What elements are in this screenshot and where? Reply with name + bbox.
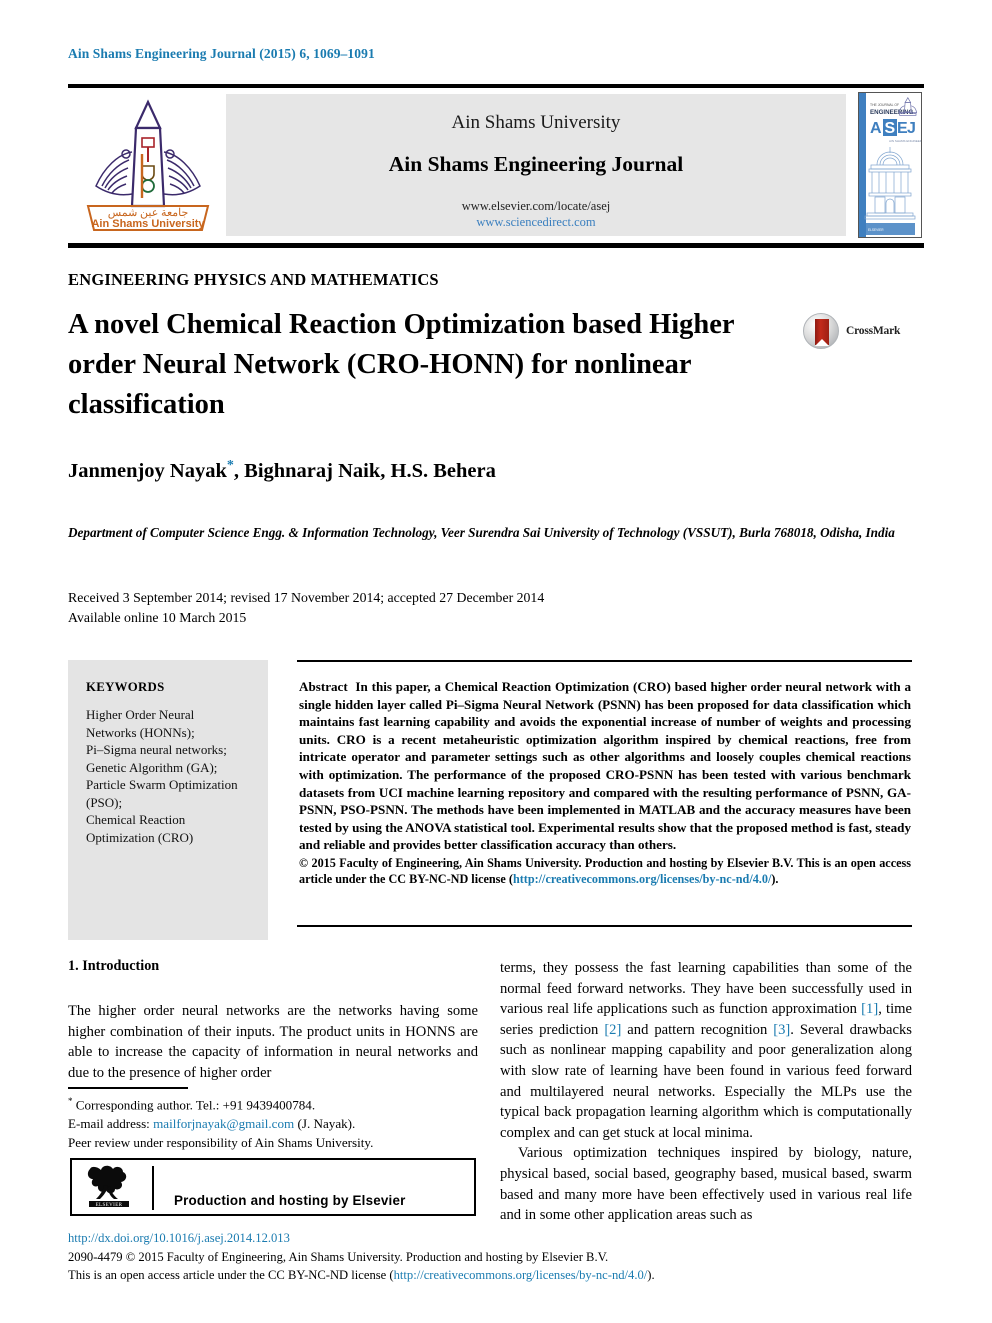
abstract-label: Abstract xyxy=(299,679,348,694)
crossmark-badge[interactable]: CrossMark xyxy=(803,313,907,351)
production-hosting-box: ELSEVIER Production and hosting by Elsev… xyxy=(70,1158,476,1216)
crossmark-circle-icon xyxy=(803,313,839,349)
footnote-corresponding-author: * Corresponding author. Tel.: +91 943940… xyxy=(68,1092,478,1114)
masthead-center-panel: Ain Shams University Ain Shams Engineeri… xyxy=(226,94,846,236)
article-section-kicker: ENGINEERING PHYSICS AND MATHEMATICS xyxy=(68,270,439,289)
svg-text:ELSEVIER: ELSEVIER xyxy=(868,228,884,232)
citation-ref-2[interactable]: [2] xyxy=(604,1022,621,1038)
author-others: , Bighnaraj Naik, H.S. Behera xyxy=(233,459,496,482)
paper-page: Ain Shams Engineering Journal (2015) 6, … xyxy=(0,0,992,1323)
production-hosting-label: Production and hosting by Elsevier xyxy=(174,1193,406,1208)
journal-cover-thumbnail[interactable]: THE JOURNAL OF ENGINEERING A S E J AIN S… xyxy=(858,92,922,238)
abstract-block: Abstract In this paper, a Chemical React… xyxy=(299,678,911,888)
production-box-divider xyxy=(152,1166,154,1210)
body-paragraph: terms, they possess the fast learning ca… xyxy=(500,958,912,1143)
masthead-university-name: Ain Shams University xyxy=(451,112,621,133)
page-title: A novel Chemical Reaction Optimization b… xyxy=(68,309,735,420)
crossmark-label: CrossMark xyxy=(846,325,901,337)
svg-text:ELSEVIER: ELSEVIER xyxy=(96,1203,123,1208)
body-column-left: 1. Introduction The higher order neural … xyxy=(68,958,478,1083)
footer-license: This is an open access article under the… xyxy=(68,1266,928,1285)
footnote-email-suffix: (J. Nayak). xyxy=(294,1116,356,1132)
abstract-license-link[interactable]: http://creativecommons.org/licenses/by-n… xyxy=(513,872,771,886)
svg-text:J: J xyxy=(907,120,916,137)
keywords-box: KEYWORDS Higher Order Neural Networks (HO… xyxy=(68,660,268,940)
keywords-list: Higher Order Neural Networks (HONNs); Pi–S… xyxy=(86,707,238,845)
author-affiliation: Department of Computer Science Engg. & I… xyxy=(68,525,895,540)
ain-shams-university-logo-icon: جامعة عين شمس Ain Shams University xyxy=(74,94,222,236)
section-heading-introduction: 1. Introduction xyxy=(68,958,160,974)
author-primary: Janmenjoy Nayak xyxy=(68,459,227,482)
abstract-rule-bottom xyxy=(297,925,912,927)
footnote-star-marker: * xyxy=(68,1096,73,1106)
header-rule-top xyxy=(68,84,924,88)
footer-copyright: 2090-4479 © 2015 Faculty of Engineering,… xyxy=(68,1249,609,1264)
crossmark-notch-icon xyxy=(815,339,829,346)
footnote-email: E-mail address: mailforjnayak@gmail.com … xyxy=(68,1114,478,1133)
body-text-d: . Several drawbacks such as nonlinear ma… xyxy=(500,1021,912,1141)
footnote-corresponding-text: Corresponding author. Tel.: +91 94394007… xyxy=(75,1097,316,1113)
running-head: Ain Shams Engineering Journal (2015) 6, … xyxy=(68,46,375,61)
body-column-right: terms, they possess the fast learning ca… xyxy=(500,958,912,1226)
svg-text:AIN SHAMS ENGINEERING JOURNAL: AIN SHAMS ENGINEERING JOURNAL xyxy=(889,139,921,143)
svg-text:Ain Shams University: Ain Shams University xyxy=(91,218,205,230)
body-text-c: and pattern recognition xyxy=(621,1021,774,1038)
svg-text:THE JOURNAL OF: THE JOURNAL OF xyxy=(870,103,899,107)
footnote-email-label: E-mail address: xyxy=(68,1116,154,1132)
body-paragraph: The higher order neural networks are the… xyxy=(68,1003,478,1081)
footnote-rule xyxy=(68,1087,188,1089)
corresponding-author-marker[interactable]: * xyxy=(227,458,234,473)
masthead-journal-name: Ain Shams Engineering Journal xyxy=(388,152,684,176)
citation-ref-3[interactable]: [3] xyxy=(773,1022,790,1038)
abstract-copyright-post: ). xyxy=(771,872,779,887)
abstract-text: In this paper, a Chemical Reaction Optim… xyxy=(299,679,911,853)
page-footer: http://dx.doi.org/10.1016/j.asej.2014.12… xyxy=(68,1229,928,1285)
journal-masthead: جامعة عين شمس Ain Shams University Ain S… xyxy=(68,92,924,238)
article-history: Received 3 September 2014; revised 17 No… xyxy=(68,588,768,627)
footer-doi-link[interactable]: http://dx.doi.org/10.1016/j.asej.2014.12… xyxy=(68,1229,928,1248)
masthead-sciencedirect-url[interactable]: www.sciencedirect.com xyxy=(226,215,846,230)
footer-license-link[interactable]: http://creativecommons.org/licenses/by-n… xyxy=(394,1268,648,1282)
citation-ref-1[interactable]: [1] xyxy=(861,1001,878,1017)
article-history-received: Received 3 September 2014; revised 17 No… xyxy=(68,590,545,605)
footer-license-post: ). xyxy=(647,1268,655,1283)
abstract-copyright: © 2015 Faculty of Engineering, Ain Shams… xyxy=(299,855,911,888)
elsevier-tree-logo-icon: ELSEVIER xyxy=(84,1165,134,1211)
footnote-block: * Corresponding author. Tel.: +91 943940… xyxy=(68,1092,478,1152)
author-list: Janmenjoy Nayak*, Bighnaraj Naik, H.S. B… xyxy=(68,458,496,483)
svg-text:S: S xyxy=(885,120,896,137)
svg-text:A: A xyxy=(870,120,882,137)
footnote-peer-review: Peer review under responsibility of Ain … xyxy=(68,1135,374,1151)
footnote-email-link[interactable]: mailforjnayak@gmail.com xyxy=(153,1116,294,1131)
abstract-rule-top xyxy=(297,660,912,662)
body-text-a: terms, they possess the fast learning ca… xyxy=(500,960,912,1018)
article-history-online: Available online 10 March 2015 xyxy=(68,609,247,625)
body-paragraph: Various optimization techniques inspired… xyxy=(500,1145,912,1224)
footer-license-pre: This is an open access article under the… xyxy=(68,1268,394,1283)
masthead-elsevier-url[interactable]: www.elsevier.com/locate/asej xyxy=(226,199,846,214)
keywords-heading: KEYWORDS xyxy=(86,680,165,694)
header-rule-bottom xyxy=(68,243,924,248)
